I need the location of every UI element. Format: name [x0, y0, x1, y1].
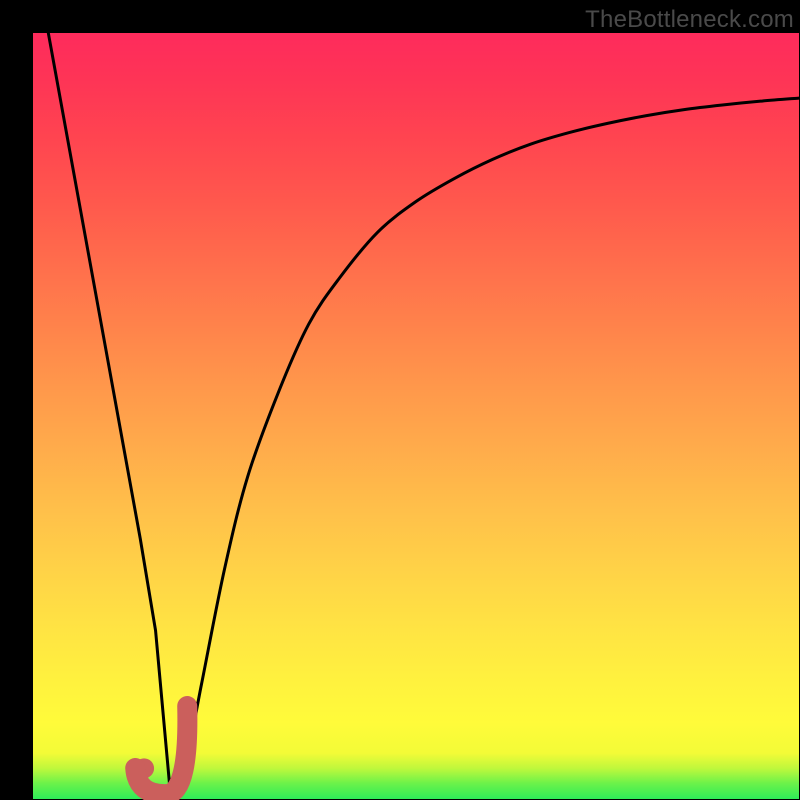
chart-overlay	[33, 33, 799, 799]
chart-frame: TheBottleneck.com	[0, 0, 800, 800]
watermark-text: TheBottleneck.com	[585, 6, 794, 34]
bottleneck-curve	[48, 33, 799, 799]
optimal-marker-hook	[135, 706, 187, 794]
